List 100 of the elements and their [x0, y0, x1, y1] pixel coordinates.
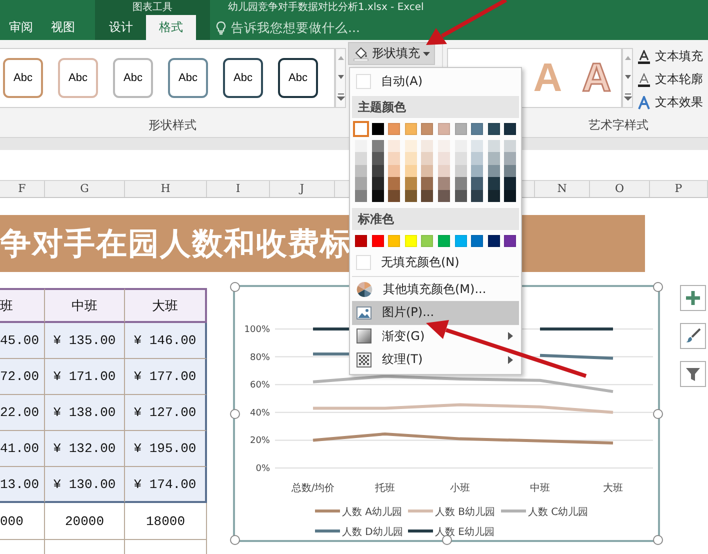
- color-swatch[interactable]: [421, 235, 434, 247]
- color-shade-swatch[interactable]: [454, 152, 467, 164]
- color-shade-swatch[interactable]: [471, 177, 484, 190]
- color-shade-swatch[interactable]: [488, 164, 500, 177]
- column-header[interactable]: I: [207, 181, 270, 197]
- color-swatch[interactable]: [504, 235, 516, 247]
- color-shade-swatch[interactable]: [438, 152, 450, 164]
- color-shade-swatch[interactable]: [372, 177, 384, 190]
- color-shade-swatch[interactable]: [488, 140, 500, 152]
- text-format-button[interactable]: 文本轮廓: [637, 69, 703, 90]
- color-shade-swatch[interactable]: [372, 140, 384, 152]
- color-shade-swatch[interactable]: [404, 190, 417, 202]
- color-shade-swatch[interactable]: [504, 140, 516, 152]
- color-shade-swatch[interactable]: [504, 177, 516, 190]
- color-swatch[interactable]: [355, 122, 367, 134]
- color-shade-swatch[interactable]: [388, 164, 400, 177]
- color-shade-swatch[interactable]: [404, 152, 417, 164]
- ribbon-tab[interactable]: 审阅: [0, 15, 42, 40]
- color-shade-swatch[interactable]: [355, 152, 367, 164]
- color-swatch[interactable]: [454, 235, 467, 247]
- color-shade-swatch[interactable]: [372, 190, 384, 202]
- text-format-button[interactable]: 文本填充: [637, 46, 703, 67]
- color-shade-swatch[interactable]: [404, 177, 417, 190]
- color-shade-swatch[interactable]: [388, 152, 400, 164]
- color-shade-swatch[interactable]: [355, 140, 367, 152]
- resize-handle[interactable]: [653, 408, 663, 418]
- shape-fill-button[interactable]: 形状填充: [348, 42, 435, 65]
- color-shade-swatch[interactable]: [438, 190, 450, 202]
- ribbon-tab[interactable]: 视图: [42, 15, 84, 40]
- menu-item[interactable]: 自动(A): [352, 70, 519, 94]
- column-header[interactable]: O: [590, 181, 650, 197]
- column-header[interactable]: J: [270, 181, 335, 197]
- shape-style-option[interactable]: Abc: [3, 58, 43, 98]
- shape-style-option[interactable]: Abc: [113, 58, 153, 98]
- color-shade-swatch[interactable]: [388, 190, 400, 202]
- color-shade-swatch[interactable]: [488, 177, 500, 190]
- color-shade-swatch[interactable]: [471, 140, 484, 152]
- color-shade-swatch[interactable]: [355, 164, 367, 177]
- resize-handle[interactable]: [653, 535, 663, 545]
- resize-handle[interactable]: [230, 408, 240, 418]
- color-swatch[interactable]: [388, 122, 400, 134]
- color-shade-swatch[interactable]: [404, 164, 417, 177]
- menu-item[interactable]: 无填充颜色(N): [352, 251, 519, 274]
- color-shade-swatch[interactable]: [438, 140, 450, 152]
- color-swatch[interactable]: [471, 235, 484, 247]
- color-swatch[interactable]: [471, 122, 484, 134]
- resize-handle[interactable]: [230, 282, 240, 292]
- color-swatch[interactable]: [438, 235, 450, 247]
- shape-style-option[interactable]: Abc: [223, 58, 263, 98]
- color-shade-swatch[interactable]: [438, 177, 450, 190]
- color-shade-swatch[interactable]: [388, 140, 400, 152]
- color-swatch[interactable]: [488, 235, 500, 247]
- color-swatch[interactable]: [355, 235, 367, 247]
- color-shade-swatch[interactable]: [454, 177, 467, 190]
- color-shade-swatch[interactable]: [454, 190, 467, 202]
- color-shade-swatch[interactable]: [421, 177, 434, 190]
- column-header[interactable]: H: [125, 181, 207, 197]
- color-shade-swatch[interactable]: [488, 190, 500, 202]
- chart-styles-button[interactable]: [680, 323, 706, 349]
- menu-item[interactable]: 渐变(G): [352, 324, 519, 348]
- color-shade-swatch[interactable]: [355, 177, 367, 190]
- gallery-scroll-bar[interactable]: [335, 48, 346, 108]
- color-shade-swatch[interactable]: [454, 164, 467, 177]
- color-swatch[interactable]: [372, 122, 384, 134]
- color-swatch[interactable]: [454, 122, 467, 134]
- shape-style-option[interactable]: Abc: [278, 58, 318, 98]
- color-swatch[interactable]: [372, 235, 384, 247]
- resize-handle[interactable]: [653, 282, 663, 292]
- shape-style-option[interactable]: Abc: [58, 58, 98, 98]
- gallery-scroll-bar[interactable]: [622, 48, 633, 108]
- text-format-button[interactable]: 文本效果: [637, 92, 703, 113]
- menu-item[interactable]: 图片(P)...: [352, 301, 519, 324]
- color-shade-swatch[interactable]: [438, 164, 450, 177]
- color-shade-swatch[interactable]: [454, 140, 467, 152]
- color-shade-swatch[interactable]: [388, 177, 400, 190]
- tell-me-field[interactable]: 告诉我您想要做什么...: [231, 20, 431, 35]
- color-shade-swatch[interactable]: [504, 190, 516, 202]
- color-swatch[interactable]: [504, 122, 516, 134]
- color-shade-swatch[interactable]: [421, 190, 434, 202]
- color-shade-swatch[interactable]: [421, 164, 434, 177]
- column-header[interactable]: G: [45, 181, 125, 197]
- column-header[interactable]: N: [535, 181, 590, 197]
- color-swatch[interactable]: [421, 122, 434, 134]
- color-shade-swatch[interactable]: [504, 164, 516, 177]
- chart-elements-button[interactable]: [680, 285, 706, 311]
- ribbon-tab[interactable]: 设计: [100, 15, 142, 40]
- color-shade-swatch[interactable]: [404, 140, 417, 152]
- color-shade-swatch[interactable]: [471, 152, 484, 164]
- shape-style-option[interactable]: Abc: [168, 58, 208, 98]
- resize-handle[interactable]: [230, 535, 240, 545]
- color-shade-swatch[interactable]: [504, 152, 516, 164]
- color-shade-swatch[interactable]: [471, 164, 484, 177]
- color-shade-swatch[interactable]: [421, 140, 434, 152]
- chart-filters-button[interactable]: [680, 361, 706, 387]
- column-header[interactable]: F: [0, 181, 45, 197]
- color-shade-swatch[interactable]: [355, 190, 367, 202]
- column-header[interactable]: P: [650, 181, 708, 197]
- color-swatch[interactable]: [404, 235, 417, 247]
- menu-item[interactable]: 纹理(T): [352, 348, 519, 372]
- color-shade-swatch[interactable]: [372, 152, 384, 164]
